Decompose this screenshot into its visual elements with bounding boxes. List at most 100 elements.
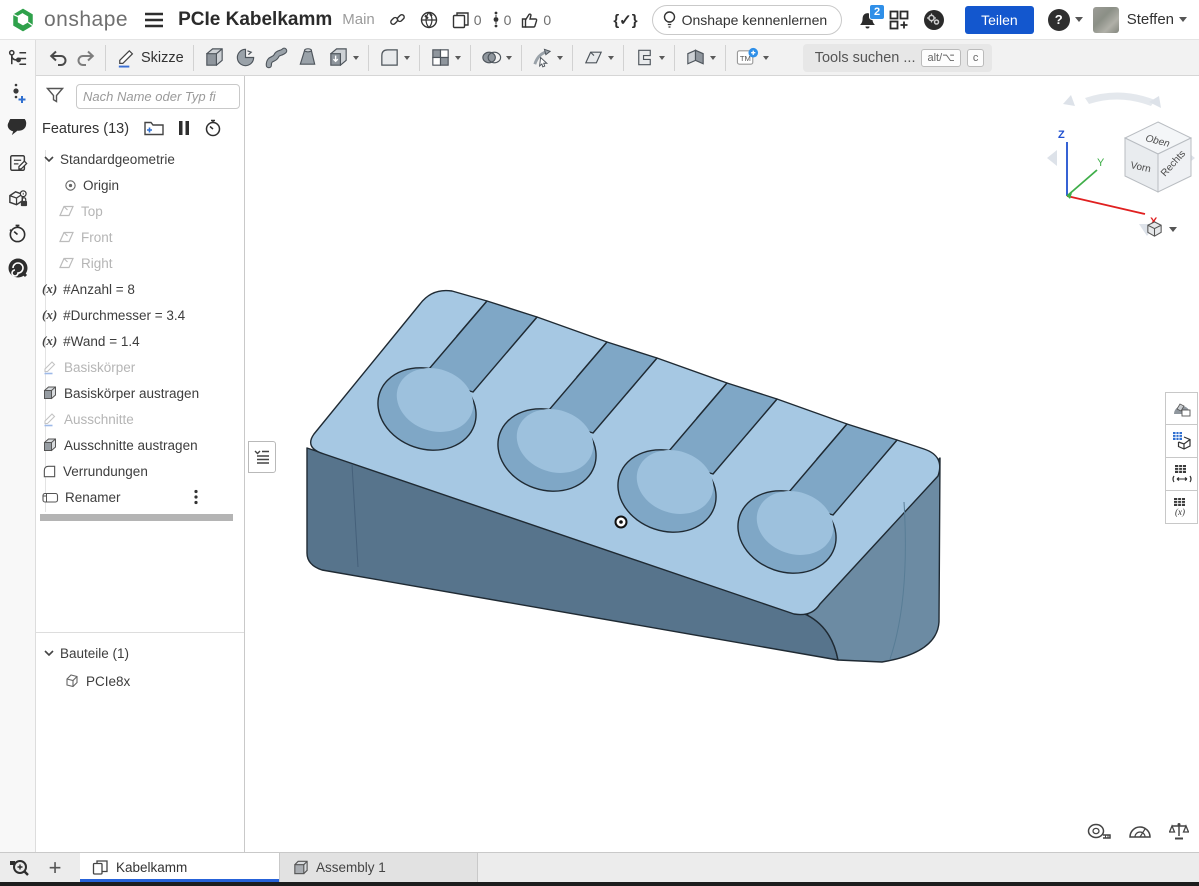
extrude-tool-button[interactable] xyxy=(199,43,230,73)
collapse-feature-panel-handle[interactable] xyxy=(248,441,276,473)
boolean-tool-button[interactable] xyxy=(476,43,516,73)
onshape-wordmark: onshape xyxy=(44,8,128,32)
chevron-down-icon xyxy=(659,56,665,60)
variable-icon: (x) xyxy=(42,307,57,323)
chevron-down-icon[interactable] xyxy=(44,650,54,656)
feature-filter-input[interactable] xyxy=(76,84,240,109)
version-graph-icon[interactable] xyxy=(7,47,29,69)
thicken-tool-button[interactable] xyxy=(323,43,363,73)
part-item-pcie8x[interactable]: PCIe8x xyxy=(36,668,244,694)
rollback-history-icon[interactable] xyxy=(204,119,222,137)
viewport-canvas[interactable]: Oben Vorn Rechts Z Y X (x) xyxy=(246,76,1199,852)
create-version-icon[interactable] xyxy=(7,82,29,104)
search-tabs-button[interactable] xyxy=(0,853,38,882)
learning-center-icon[interactable] xyxy=(923,9,945,31)
user-name: Steffen xyxy=(1127,11,1174,28)
tree-item-basiskoerper-austragen[interactable]: Basiskörper austragen xyxy=(36,380,244,406)
variables-panel-button[interactable]: (x) xyxy=(1165,491,1198,524)
feature-menu-kebab-icon[interactable] xyxy=(194,489,198,505)
chevron-down-icon xyxy=(455,56,461,60)
comment-icon[interactable] xyxy=(7,117,29,139)
tape-measure-icon[interactable] xyxy=(1087,823,1111,840)
share-button[interactable]: Teilen xyxy=(965,6,1034,34)
add-folder-icon[interactable] xyxy=(144,120,164,136)
origin-marker[interactable] xyxy=(616,517,627,528)
tree-item-origin[interactable]: Origin xyxy=(36,172,244,198)
chevron-down-icon[interactable] xyxy=(44,156,54,162)
learn-spiral-icon[interactable] xyxy=(7,257,29,279)
add-tab-button[interactable]: + xyxy=(38,853,72,882)
redo-button[interactable] xyxy=(72,43,100,73)
copies-icon[interactable] xyxy=(452,11,470,29)
sweep-tool-button[interactable] xyxy=(261,43,292,73)
protractor-icon[interactable] xyxy=(1129,824,1151,838)
help-menu-button[interactable]: ? xyxy=(1048,9,1083,31)
pattern-tool-button[interactable] xyxy=(425,43,465,73)
learn-onshape-button[interactable]: Onshape kennenlernen xyxy=(652,5,843,35)
custom-feature-tool-button[interactable]: TM xyxy=(731,43,773,73)
filter-icon[interactable] xyxy=(46,87,64,104)
feature-tree-panel: Features (13) Standardgeometrie Origin T… xyxy=(36,76,245,852)
like-icon[interactable] xyxy=(521,11,539,29)
tree-item-ausschnitte-austragen[interactable]: Ausschnitte austragen xyxy=(36,432,244,458)
parts-section-header[interactable]: Bauteile (1) xyxy=(36,640,244,666)
custom-tables-panel-button[interactable] xyxy=(1165,458,1198,491)
sketch-button[interactable]: Skizze xyxy=(111,43,188,73)
shortcut-key-alt: alt/⌥ xyxy=(921,49,960,67)
appearance-panel-button[interactable] xyxy=(1165,392,1198,425)
chevron-down-icon xyxy=(557,56,563,60)
tree-item-variable-durchmesser[interactable]: (x) #Durchmesser = 3.4 xyxy=(36,302,244,328)
tree-item-renamer[interactable]: Renamer xyxy=(36,484,244,510)
onshape-logo-icon[interactable] xyxy=(10,7,36,33)
chevron-down-icon xyxy=(353,56,359,60)
featurescript-icon[interactable]: {✓} xyxy=(613,11,637,29)
tree-item-standardgeometrie[interactable]: Standardgeometrie xyxy=(36,146,244,172)
plane-icon xyxy=(58,256,75,270)
copies-count: 0 xyxy=(474,12,482,28)
app-store-icon[interactable] xyxy=(889,10,909,30)
tree-item-right-plane[interactable]: Right xyxy=(36,250,244,276)
document-title: PCIe Kabelkamm xyxy=(178,9,332,31)
view-options-dropdown[interactable] xyxy=(1145,220,1177,239)
tree-item-variable-wand[interactable]: (x) #Wand = 1.4 xyxy=(36,328,244,354)
suppress-pause-icon[interactable] xyxy=(178,120,190,136)
loft-tool-button[interactable] xyxy=(292,43,323,73)
undo-button[interactable] xyxy=(44,43,72,73)
mirror-tool-button[interactable] xyxy=(680,43,720,73)
hamburger-menu-icon[interactable] xyxy=(144,12,164,28)
tab-kabelkamm[interactable]: Kabelkamm xyxy=(80,853,280,882)
axis-y-label: Y xyxy=(1097,157,1105,169)
origin-icon xyxy=(64,179,77,192)
user-menu-chevron-icon[interactable] xyxy=(1179,17,1187,22)
tree-item-variable-anzahl[interactable]: (x) #Anzahl = 8 xyxy=(36,276,244,302)
svg-text:(x): (x) xyxy=(1175,507,1185,517)
tools-search-button[interactable]: Tools suchen ... alt/⌥ c xyxy=(803,44,993,72)
chevron-down-icon xyxy=(506,56,512,60)
plane-icon xyxy=(58,204,75,218)
public-globe-icon[interactable] xyxy=(420,11,438,29)
properties-permissions-icon[interactable] xyxy=(7,187,29,209)
rollback-bar[interactable] xyxy=(40,514,233,521)
tree-item-basiskoerper[interactable]: Basiskörper xyxy=(36,354,244,380)
model-pcie-cable-comb[interactable] xyxy=(292,270,952,670)
tree-item-verrundungen[interactable]: Verrundungen xyxy=(36,458,244,484)
tab-assembly-1[interactable]: Assembly 1 xyxy=(280,853,478,882)
view-cube-icon xyxy=(1145,220,1164,239)
notifications-bell-icon[interactable]: 2 xyxy=(858,10,877,30)
workspace-name[interactable]: Main xyxy=(342,11,375,28)
tree-item-top-plane[interactable]: Top xyxy=(36,198,244,224)
configurations-panel-button[interactable] xyxy=(1165,425,1198,458)
split-tool-button[interactable] xyxy=(629,43,669,73)
transform-tool-button[interactable] xyxy=(527,43,567,73)
mass-properties-scale-icon[interactable] xyxy=(1169,822,1189,840)
tree-item-ausschnitte[interactable]: Ausschnitte xyxy=(36,406,244,432)
revolve-tool-button[interactable] xyxy=(230,43,261,73)
fillet-tool-button[interactable] xyxy=(374,43,414,73)
plane-tool-button[interactable] xyxy=(578,43,618,73)
versions-icon[interactable] xyxy=(492,11,500,29)
document-notes-icon[interactable] xyxy=(7,152,29,174)
link-icon[interactable] xyxy=(389,11,406,28)
tree-item-front-plane[interactable]: Front xyxy=(36,224,244,250)
user-avatar[interactable] xyxy=(1093,7,1119,33)
history-icon[interactable] xyxy=(7,222,29,244)
